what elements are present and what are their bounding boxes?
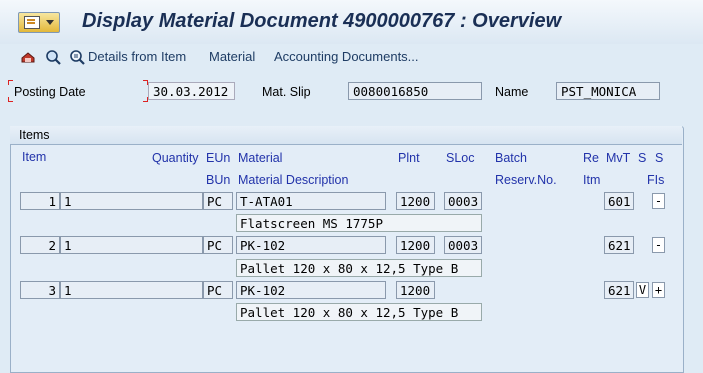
row3-material[interactable]: PK-102 (236, 281, 386, 299)
row1-quantity[interactable]: 1 (60, 192, 203, 210)
row2-material[interactable]: PK-102 (236, 236, 386, 254)
col-fis[interactable]: FIs (647, 173, 664, 187)
window-title: Display Material Document 4900000767 : O… (82, 10, 562, 32)
col-batch[interactable]: Batch (495, 151, 527, 165)
row3-quantity[interactable]: 1 (60, 281, 203, 299)
row3-s[interactable]: V (636, 282, 649, 298)
name-field[interactable]: PST_MONICA (556, 82, 660, 100)
row2-plant[interactable]: 1200 (396, 236, 435, 254)
col-material-description[interactable]: Material Description (238, 173, 348, 187)
row2-mvt[interactable]: 621 (604, 236, 634, 254)
col-reserv-no[interactable]: Reserv.No. (495, 173, 557, 187)
col-bun[interactable]: BUn (206, 173, 230, 187)
name-label: Name (495, 85, 529, 99)
row2-fis[interactable]: - (652, 237, 665, 253)
row1-unit[interactable]: PC (203, 192, 233, 210)
other-document-icon[interactable] (20, 49, 36, 65)
row1-plant[interactable]: 1200 (396, 192, 435, 210)
col-s1[interactable]: S (638, 151, 646, 165)
row2-quantity[interactable]: 1 (60, 236, 203, 254)
required-corner (8, 80, 13, 85)
row3-item[interactable]: 3 (20, 281, 60, 299)
col-mvt[interactable]: MvT (606, 151, 630, 165)
items-group-title: Items (19, 128, 50, 142)
application-toolbar: Details from Item Material Accounting Do… (0, 44, 703, 70)
required-corner (8, 97, 13, 102)
mat-slip-label: Mat. Slip (262, 85, 311, 99)
col-material[interactable]: Material (238, 151, 282, 165)
sap-menu-button[interactable] (18, 12, 60, 33)
chevron-down-icon (46, 20, 54, 25)
details-from-item-button[interactable]: Details from Item (88, 49, 186, 64)
row2-item[interactable]: 2 (20, 236, 60, 254)
posting-date-label: Posting Date (14, 85, 86, 99)
row1-description: Flatscreen MS 1775P (236, 214, 482, 232)
col-itm[interactable]: Itm (583, 173, 600, 187)
row1-fis[interactable]: - (652, 193, 665, 209)
row3-fis[interactable]: + (652, 282, 665, 298)
row2-unit[interactable]: PC (203, 236, 233, 254)
col-item[interactable]: Item (22, 150, 46, 164)
details-icon[interactable] (69, 49, 85, 65)
col-eun[interactable]: EUn (206, 151, 230, 165)
col-re[interactable]: Re (583, 151, 599, 165)
accounting-documents-button[interactable]: Accounting Documents... (274, 49, 419, 64)
col-sloc[interactable]: SLoc (446, 151, 475, 165)
items-group-header: Items (10, 126, 682, 145)
row2-sloc[interactable]: 0003 (444, 236, 482, 254)
material-button[interactable]: Material (209, 49, 255, 64)
row3-unit[interactable]: PC (203, 281, 233, 299)
col-quantity[interactable]: Quantity (152, 151, 199, 165)
row3-description: Pallet 120 x 80 x 12,5 Type B (236, 303, 482, 321)
posting-date-field[interactable]: 30.03.2012 (148, 82, 235, 100)
mat-slip-field[interactable]: 0080016850 (348, 82, 482, 100)
col-s2[interactable]: S (655, 151, 663, 165)
row1-item[interactable]: 1 (20, 192, 60, 210)
display-icon[interactable] (45, 49, 61, 65)
row1-mvt[interactable]: 601 (604, 192, 634, 210)
row1-material[interactable]: T-ATA01 (236, 192, 386, 210)
sap-menu-icon (24, 16, 40, 29)
row1-sloc[interactable]: 0003 (444, 192, 482, 210)
col-plnt[interactable]: Plnt (398, 151, 420, 165)
row2-description: Pallet 120 x 80 x 12,5 Type B (236, 259, 482, 277)
row3-plant[interactable]: 1200 (396, 281, 435, 299)
row3-mvt[interactable]: 621 (604, 281, 634, 299)
